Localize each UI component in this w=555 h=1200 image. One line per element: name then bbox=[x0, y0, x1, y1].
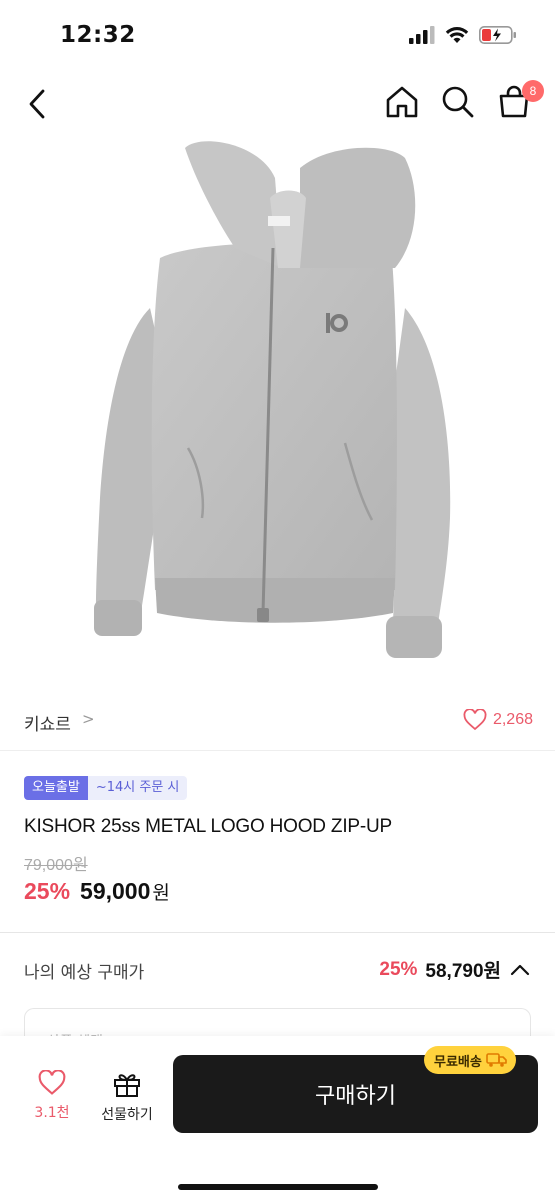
sale-price: 59,000 bbox=[80, 878, 151, 904]
brand-chevron-icon: > bbox=[82, 710, 95, 728]
original-price: 79,000원 bbox=[24, 857, 88, 874]
divider bbox=[0, 750, 555, 751]
free-shipping-label: 무료배송 bbox=[434, 1054, 482, 1070]
order-deadline-tag: ~14시 주문 시 bbox=[87, 776, 188, 800]
battery-icon bbox=[479, 26, 516, 44]
status-bar: 12:32 bbox=[0, 0, 555, 72]
signal-icon bbox=[409, 26, 435, 44]
home-button[interactable] bbox=[382, 82, 422, 122]
like-button[interactable]: 2,268 bbox=[463, 709, 533, 731]
hoodie-image bbox=[94, 141, 451, 658]
status-time: 12:32 bbox=[60, 22, 136, 48]
status-icons bbox=[409, 26, 517, 44]
heart-outline-icon bbox=[463, 709, 487, 731]
expected-price-label: 나의 예상 구매가 bbox=[24, 963, 145, 983]
chevron-up-icon[interactable] bbox=[509, 963, 531, 977]
bottom-like-button[interactable]: 3.1천 bbox=[24, 1070, 80, 1122]
search-button[interactable] bbox=[438, 82, 478, 122]
nav-bar bbox=[0, 72, 555, 138]
bottom-action-bar: 3.1천 선물하기 구매하기 무료배송 bbox=[0, 1036, 555, 1200]
chevron-left-icon bbox=[29, 89, 45, 119]
home-icon bbox=[386, 86, 418, 118]
discount-rate: 25% bbox=[24, 878, 71, 904]
truck-icon bbox=[486, 1053, 507, 1067]
cart-badge: 8 bbox=[522, 80, 544, 102]
gift-button[interactable]: 선물하기 bbox=[92, 1070, 162, 1124]
brand-name[interactable]: 키쇼르 bbox=[24, 710, 71, 735]
heart-outline-icon bbox=[38, 1070, 66, 1095]
free-shipping-badge: 무료배송 bbox=[424, 1046, 516, 1074]
bottom-like-count: 3.1천 bbox=[34, 1105, 70, 1121]
sale-price-row: 25% 59,000 원 bbox=[24, 878, 170, 905]
product-title: KISHOR 25ss METAL LOGO HOOD ZIP-UP bbox=[24, 816, 392, 837]
product-image[interactable] bbox=[0, 138, 555, 698]
home-indicator bbox=[178, 1184, 378, 1190]
expected-price-row[interactable]: 나의 예상 구매가 25% 58,790원 bbox=[0, 950, 555, 990]
sale-price-unit: 원 bbox=[152, 882, 170, 904]
expected-rate: 25% bbox=[379, 958, 418, 980]
like-count: 2,268 bbox=[492, 711, 533, 728]
expected-price: 58,790원 bbox=[425, 961, 501, 982]
today-shipping-tag: 오늘출발 bbox=[24, 776, 88, 800]
wifi-icon bbox=[445, 27, 469, 43]
delivery-tag: 오늘출발 ~14시 주문 시 bbox=[24, 776, 188, 800]
gift-icon bbox=[114, 1074, 140, 1097]
gift-label: 선물하기 bbox=[101, 1107, 153, 1123]
expected-price-value: 25% 58,790원 bbox=[379, 956, 531, 983]
back-button[interactable] bbox=[20, 84, 54, 124]
section-divider bbox=[0, 932, 555, 933]
brand-row[interactable]: 키쇼르 > 2,268 bbox=[0, 700, 555, 744]
search-icon bbox=[442, 86, 474, 118]
